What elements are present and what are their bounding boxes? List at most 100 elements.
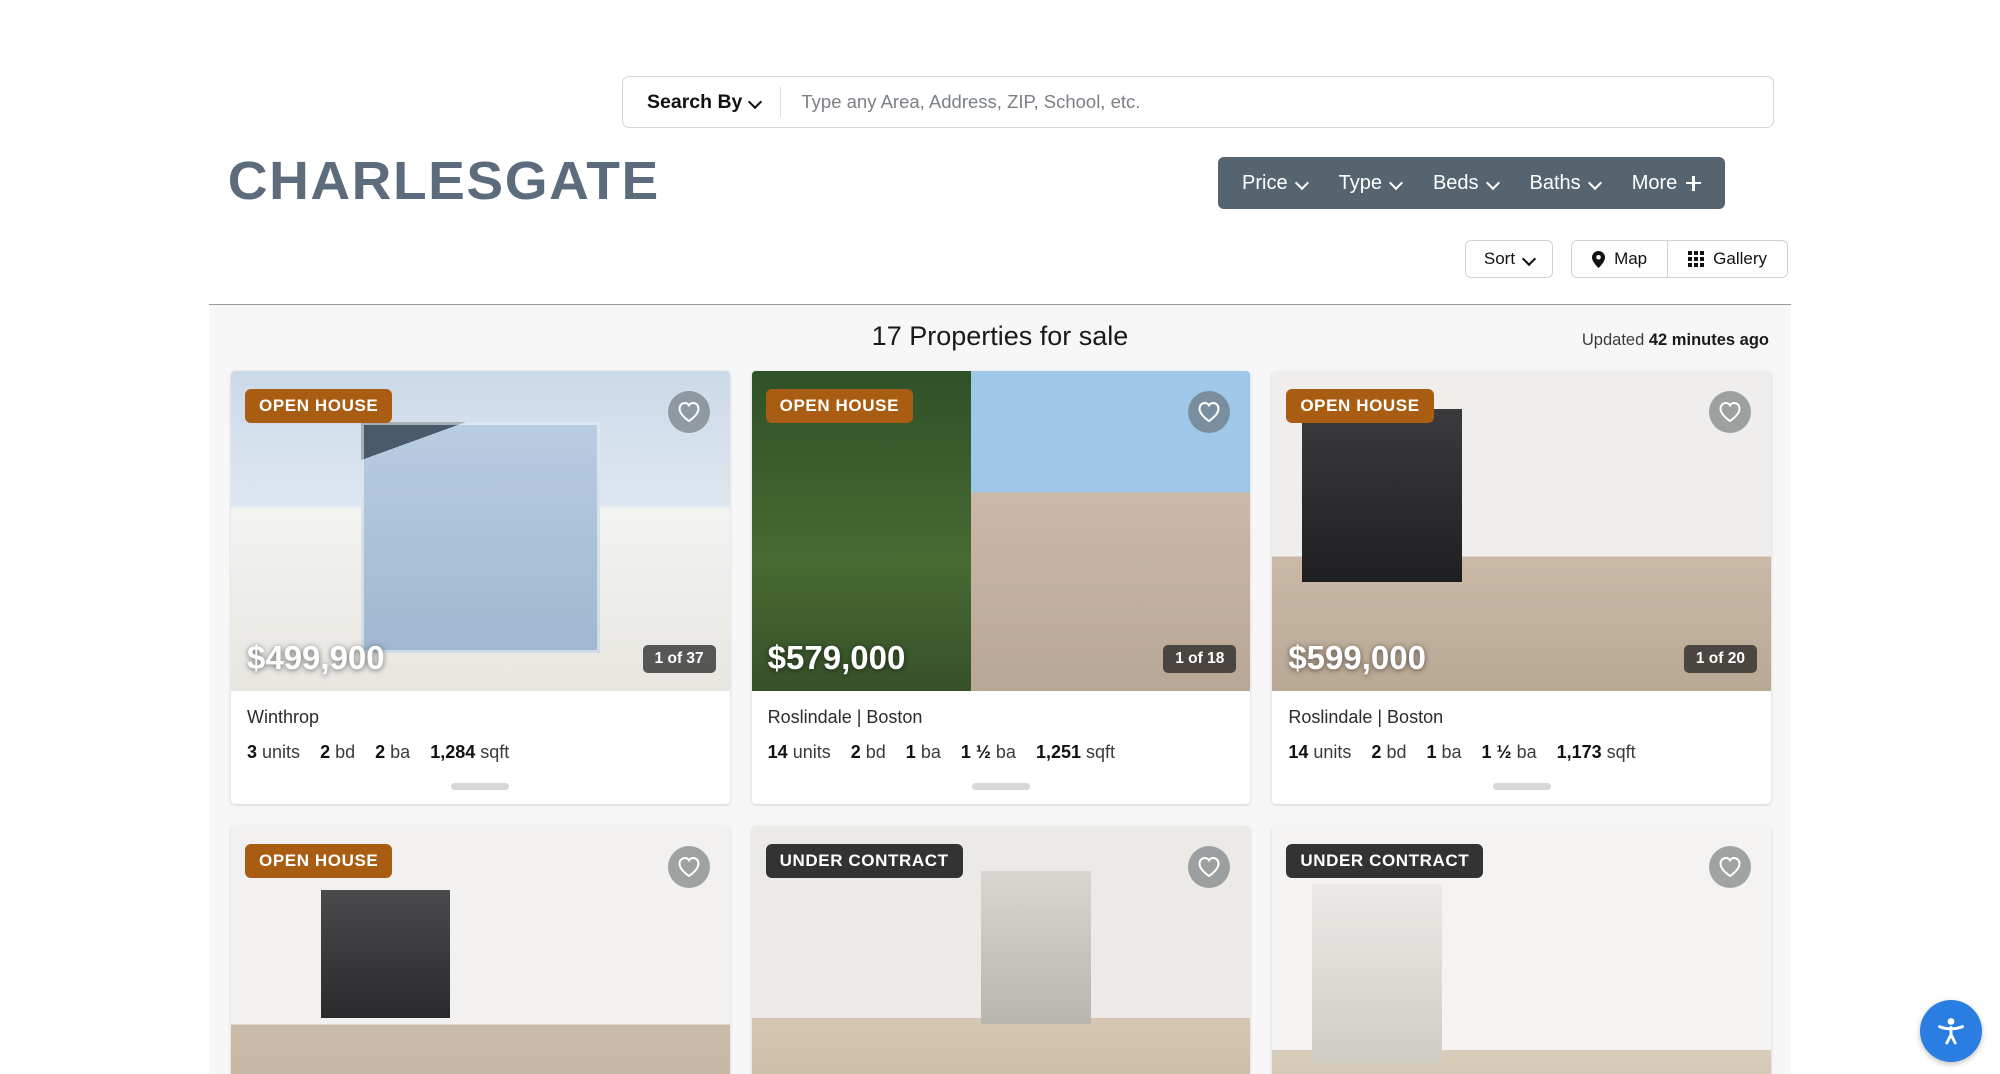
filter-more-label: More (1631, 171, 1678, 194)
heart-icon (1719, 401, 1741, 423)
chevron-down-icon (750, 97, 760, 107)
filter-type-label: Type (1338, 171, 1382, 194)
spec-value: 2 (1371, 742, 1382, 762)
status-badge: OPEN HOUSE (245, 389, 393, 423)
spec-unit: units (262, 742, 301, 762)
property-photo[interactable]: UNDER CONTRACT (751, 826, 1251, 1074)
spec-unit: ba (920, 742, 941, 762)
search-by-dropdown[interactable]: Search By (623, 87, 782, 117)
carousel-indicator[interactable] (1492, 783, 1551, 790)
map-view-button[interactable]: Map (1572, 241, 1667, 277)
property-details: Roslindale | Boston 14 units 2 bd 1 ba 1… (1272, 691, 1771, 790)
filter-price-label: Price (1242, 171, 1288, 194)
listing-price: $499,900 (247, 639, 385, 676)
favorite-button[interactable] (667, 391, 710, 433)
spec-unit: bd (335, 742, 356, 762)
chevron-down-icon (1488, 178, 1498, 188)
plus-icon (1686, 175, 1702, 191)
listing-specs: 3 units 2 bd 2 ba 1,284 sqft (247, 742, 714, 763)
spec-value: 2 (320, 742, 331, 762)
status-badge: OPEN HOUSE (1286, 389, 1434, 423)
listing-location: Roslindale | Boston (767, 707, 923, 727)
listing-search-page: Search By CHARLESGATE Price Type Beds Ba… (0, 0, 2000, 1074)
results-header: 17 Properties for sale Updated 42 minute… (209, 305, 1791, 371)
spec-unit: ba (1441, 742, 1462, 762)
gallery-view-button[interactable]: Gallery (1667, 241, 1787, 277)
filter-bar: Price Type Beds Baths More (1218, 157, 1726, 209)
property-card[interactable]: UNDER CONTRACT (1272, 826, 1771, 1074)
spec-value: 1 (1426, 742, 1437, 762)
filter-beds-label: Beds (1432, 171, 1479, 194)
listing-specs: 14 units 2 bd 1 ba 1 ½ ba 1,173 sqft (1288, 742, 1755, 763)
heart-icon (678, 401, 700, 423)
filter-baths[interactable]: Baths (1514, 172, 1616, 195)
property-photo[interactable]: OPEN HOUSE $599,000 1 of 20 (1272, 371, 1771, 691)
search-bar[interactable]: Search By (622, 76, 1774, 128)
spec-unit: sqft (1086, 742, 1116, 762)
status-badge: UNDER CONTRACT (765, 844, 963, 878)
filter-beds[interactable]: Beds (1417, 172, 1514, 195)
favorite-button[interactable] (667, 846, 710, 888)
filter-price[interactable]: Price (1226, 172, 1323, 195)
spec-value: 1 ½ (960, 742, 991, 762)
carousel-indicator[interactable] (451, 783, 510, 790)
accessibility-icon (1938, 1018, 1964, 1045)
property-card[interactable]: OPEN HOUSE $579,000 1 of 18 Roslindale |… (751, 371, 1251, 804)
spec-value: 1,173 (1556, 742, 1602, 762)
filter-type[interactable]: Type (1323, 172, 1417, 195)
property-photo[interactable]: OPEN HOUSE $499,900 1 of 37 (231, 371, 730, 691)
chevron-down-icon (1524, 254, 1534, 264)
chevron-down-icon (1297, 178, 1307, 188)
chevron-down-icon (1391, 178, 1401, 188)
property-details: Winthrop 3 units 2 bd 2 ba 1,284 sqft (231, 691, 730, 790)
property-card[interactable]: UNDER CONTRACT (751, 826, 1251, 1074)
updated-value: 42 minutes ago (1648, 331, 1769, 349)
accessibility-button[interactable] (1920, 1000, 1982, 1062)
listing-price: $599,000 (1288, 639, 1426, 676)
heart-icon (678, 856, 700, 878)
spec-unit: ba (995, 742, 1016, 762)
map-pin-icon (1592, 250, 1606, 268)
spec-unit: sqft (480, 742, 510, 762)
brand-logo[interactable]: CHARLESGATE (228, 150, 660, 212)
property-card[interactable]: OPEN HOUSE (231, 826, 730, 1074)
property-grid: OPEN HOUSE $499,900 1 of 37 Winthrop 3 u… (231, 371, 1771, 1074)
results-panel: 17 Properties for sale Updated 42 minute… (209, 304, 1791, 1074)
property-photo[interactable]: OPEN HOUSE $579,000 1 of 18 (751, 371, 1251, 691)
listing-location: Roslindale | Boston (1288, 707, 1444, 727)
carousel-indicator[interactable] (971, 783, 1030, 790)
heart-icon (1198, 401, 1220, 423)
spec-unit: bd (1386, 742, 1407, 762)
photo-counter: 1 of 18 (1163, 645, 1237, 673)
favorite-button[interactable] (1708, 391, 1751, 433)
listing-price: $579,000 (767, 639, 906, 676)
property-card[interactable]: OPEN HOUSE $599,000 1 of 20 Roslindale |… (1272, 371, 1771, 804)
heart-icon (1198, 856, 1220, 878)
sort-button[interactable]: Sort (1464, 240, 1554, 278)
spec-value: 1,251 (1035, 742, 1081, 762)
filter-baths-label: Baths (1529, 171, 1581, 194)
heart-icon (1719, 856, 1741, 878)
spec-value: 2 (375, 742, 386, 762)
property-photo[interactable]: UNDER CONTRACT (1272, 826, 1771, 1074)
property-card[interactable]: OPEN HOUSE $499,900 1 of 37 Winthrop 3 u… (231, 371, 730, 804)
filter-more[interactable]: More (1616, 172, 1718, 195)
updated-status: Updated 42 minutes ago (1582, 331, 1769, 350)
property-photo[interactable]: OPEN HOUSE (231, 826, 730, 1074)
spec-unit: ba (390, 742, 411, 762)
spec-unit: units (792, 742, 831, 762)
spec-unit: sqft (1606, 742, 1636, 762)
search-by-label: Search By (647, 90, 743, 113)
view-mode-switch: Map Gallery (1571, 240, 1788, 278)
spec-value: 3 (247, 742, 258, 762)
site-header: Search By CHARLESGATE Price Type Beds Ba… (0, 0, 2000, 300)
results-title: 17 Properties for sale (871, 321, 1129, 351)
search-input[interactable] (781, 91, 1773, 113)
spec-unit: ba (1516, 742, 1537, 762)
favorite-button[interactable] (1708, 846, 1751, 888)
spec-value: 14 (767, 742, 788, 762)
map-label: Map (1614, 249, 1648, 268)
spec-value: 2 (850, 742, 861, 762)
listing-location: Winthrop (247, 707, 320, 727)
spec-value: 14 (1288, 742, 1309, 762)
